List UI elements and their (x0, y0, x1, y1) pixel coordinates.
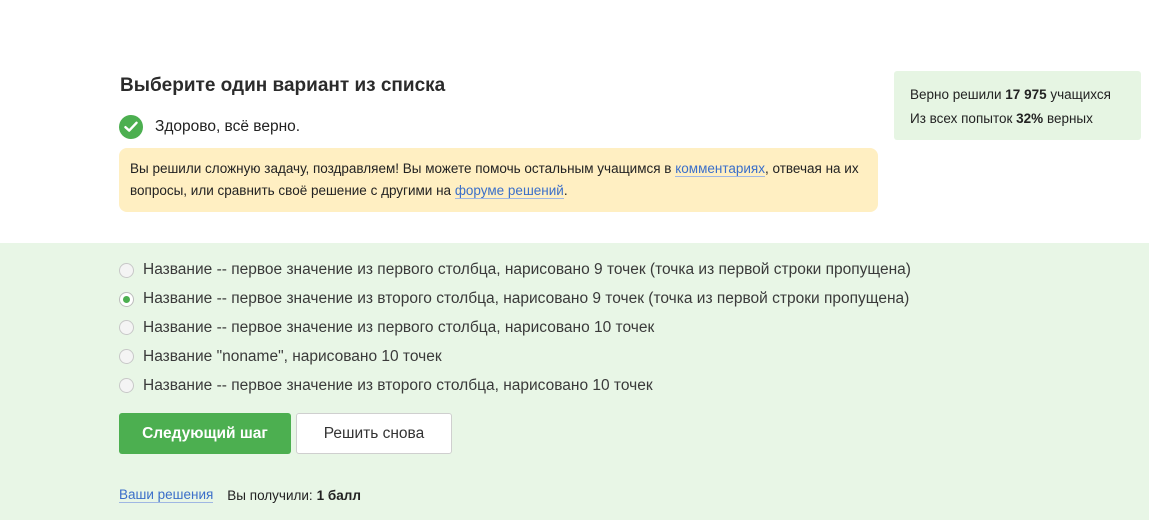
radio-icon[interactable] (119, 320, 134, 336)
option-5[interactable]: Название -- первое значение из второго с… (119, 371, 911, 400)
result-footer: Ваши решения Вы получили: 1 балл (119, 487, 361, 503)
option-label: Название -- первое значение из первого с… (143, 261, 911, 279)
check-circle-icon (119, 115, 143, 139)
option-1[interactable]: Название -- первое значение из первого с… (119, 256, 911, 285)
stats-solved-prefix: Верно решили (910, 87, 1006, 102)
option-label: Название -- первое значение из первого с… (143, 318, 655, 336)
option-label: Название -- первое значение из второго с… (143, 376, 653, 394)
forum-link[interactable]: форуме решений (454, 183, 564, 199)
congrats-notice: Вы решили сложную задачу, поздравляем! В… (119, 148, 878, 212)
next-step-button[interactable]: Следующий шаг (119, 413, 291, 454)
correct-status: Здорово, всё верно. (119, 115, 300, 139)
status-text: Здорово, всё верно. (155, 118, 301, 135)
option-2[interactable]: Название -- первое значение из второго с… (119, 285, 911, 314)
score-value: 1 балл (316, 487, 361, 503)
option-4[interactable]: Название "noname", нарисовано 10 точек (119, 342, 911, 371)
option-label: Название "noname", нарисовано 10 точек (143, 347, 442, 365)
retry-button[interactable]: Решить снова (296, 413, 452, 454)
answer-area: Название -- первое значение из первого с… (0, 243, 1149, 520)
option-3[interactable]: Название -- первое значение из первого с… (119, 314, 911, 343)
radio-icon[interactable] (119, 349, 134, 365)
stats-attempts: Из всех попыток 32% верных (910, 107, 1141, 131)
stats-solved: Верно решили 17 975 учащихся (910, 83, 1141, 107)
stats-solved-suffix: учащихся (1046, 87, 1111, 102)
option-label: Название -- первое значение из второго с… (143, 290, 910, 308)
comments-link[interactable]: комментариях (675, 161, 765, 177)
question-title: Выберите один вариант из списка (120, 75, 446, 96)
stats-panel: Верно решили 17 975 учащихся Из всех поп… (894, 71, 1141, 140)
radio-selected-icon[interactable] (119, 291, 134, 307)
your-solutions-link[interactable]: Ваши решения (119, 487, 214, 503)
radio-dot-icon (123, 295, 130, 303)
stats-attempts-prefix: Из всех попыток (910, 111, 1017, 126)
notice-text-after: . (563, 183, 568, 198)
radio-icon[interactable] (119, 378, 134, 394)
stats-attempts-percent: 32% (1016, 111, 1044, 126)
options-list: Название -- первое значение из первого с… (119, 256, 911, 400)
score-label: Вы получили: (227, 487, 313, 503)
stats-solved-count: 17 975 (1005, 87, 1047, 102)
stats-attempts-suffix: верных (1043, 111, 1093, 126)
radio-icon[interactable] (119, 262, 134, 278)
notice-text-before: Вы решили сложную задачу, поздравляем! В… (130, 161, 676, 176)
